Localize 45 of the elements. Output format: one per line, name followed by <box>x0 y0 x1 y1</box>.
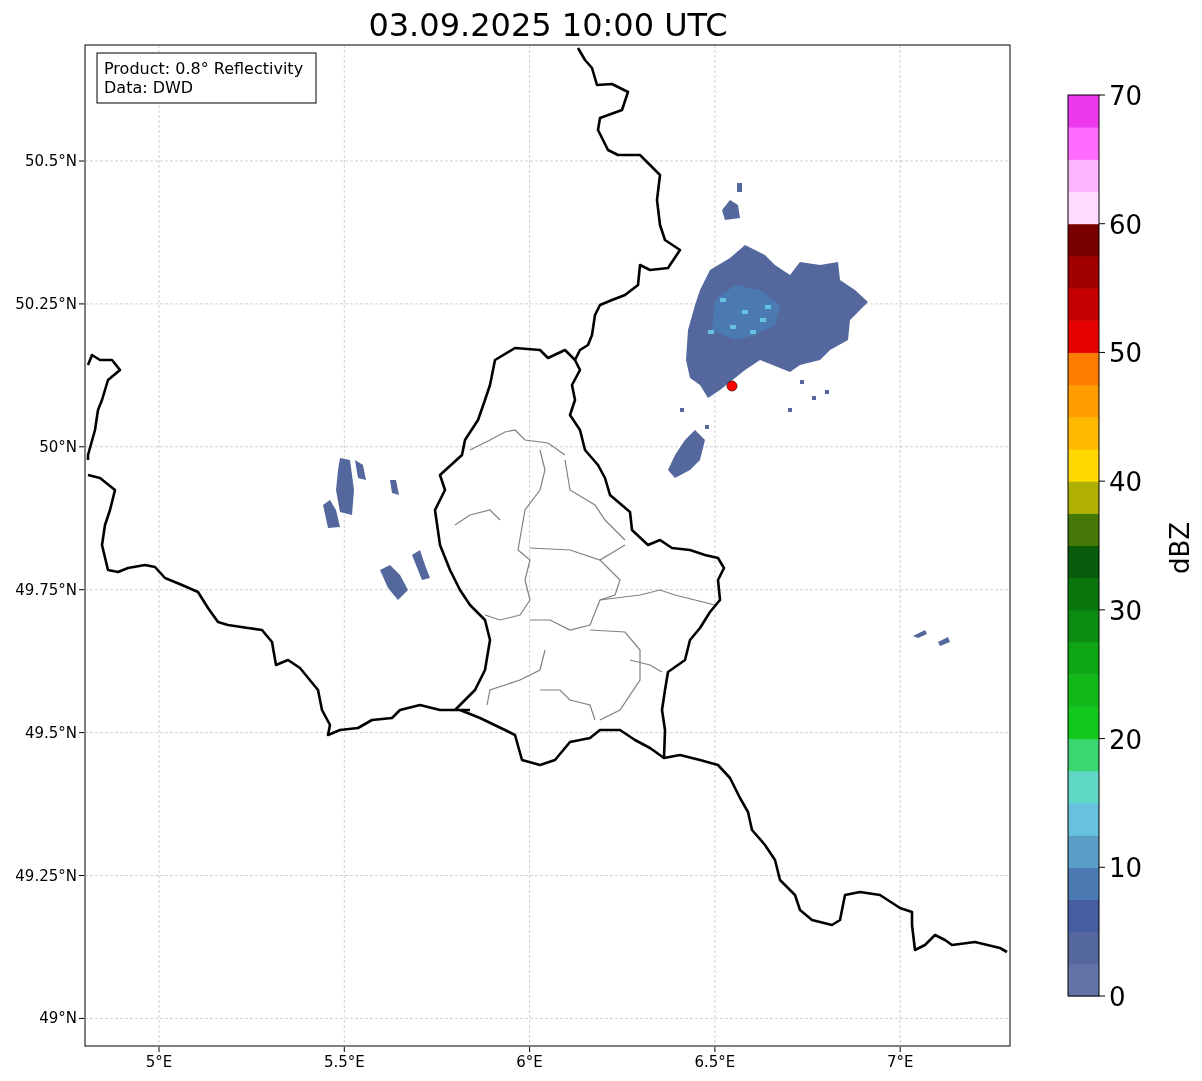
latitude-label: 49.75°N <box>15 580 77 599</box>
tick-mark <box>1098 223 1106 225</box>
colorbar-tick-label: 70 <box>1109 81 1143 111</box>
colorbar-tick-label: 60 <box>1109 209 1143 240</box>
tick-mark <box>78 1017 85 1019</box>
latitude-label: 49.5°N <box>24 723 77 742</box>
longitude-label: 5.5°E <box>323 1053 365 1071</box>
tick-mark <box>714 1046 716 1053</box>
colorbar-label: dBZ <box>1165 521 1195 575</box>
legend-text: Data: DWD <box>104 78 194 97</box>
tick-mark <box>1098 866 1106 868</box>
chart-title: 03.09.2025 10:00 UTC <box>368 6 728 44</box>
radar-site-marker <box>726 380 738 392</box>
tick-mark <box>1098 738 1106 740</box>
tick-mark <box>78 303 85 305</box>
tick-mark <box>1098 351 1106 353</box>
tick-mark <box>899 1046 901 1053</box>
tick-mark <box>78 732 85 734</box>
colorbar-tick-label: 50 <box>1109 338 1143 369</box>
colorbar-tick-label: 20 <box>1109 724 1143 755</box>
longitude-label: 6°E <box>516 1053 543 1071</box>
tick-mark <box>343 1046 345 1053</box>
colorbar-tick-label: 40 <box>1109 467 1143 498</box>
tick-mark <box>1098 94 1106 96</box>
colorbar-tick-label: 10 <box>1109 853 1143 884</box>
latitude-label: 50.5°N <box>24 152 77 170</box>
colorbar-tick-label: 30 <box>1109 595 1143 626</box>
latitude-label: 49°N <box>39 1009 77 1028</box>
tick-mark <box>158 1046 160 1053</box>
tick-mark <box>1098 995 1106 997</box>
latitude-label: 50°N <box>39 437 77 456</box>
longitude-label: 7°E <box>886 1053 914 1071</box>
longitude-label: 5°E <box>145 1053 173 1071</box>
tick-mark <box>78 446 85 448</box>
longitude-label: 6.5°E <box>694 1053 736 1071</box>
colorbar-tick-label: 0 <box>1109 982 1126 1012</box>
tick-mark <box>78 589 85 591</box>
tick-mark <box>78 160 85 162</box>
latitude-label: 49.25°N <box>15 866 77 885</box>
tick-mark <box>1098 480 1106 482</box>
tick-mark <box>78 875 85 876</box>
tick-mark <box>529 1046 531 1053</box>
legend-text: Product: 0.8° Reflectivity <box>104 59 304 78</box>
latitude-label: 50.25°N <box>15 294 77 313</box>
tick-mark <box>1098 609 1106 611</box>
